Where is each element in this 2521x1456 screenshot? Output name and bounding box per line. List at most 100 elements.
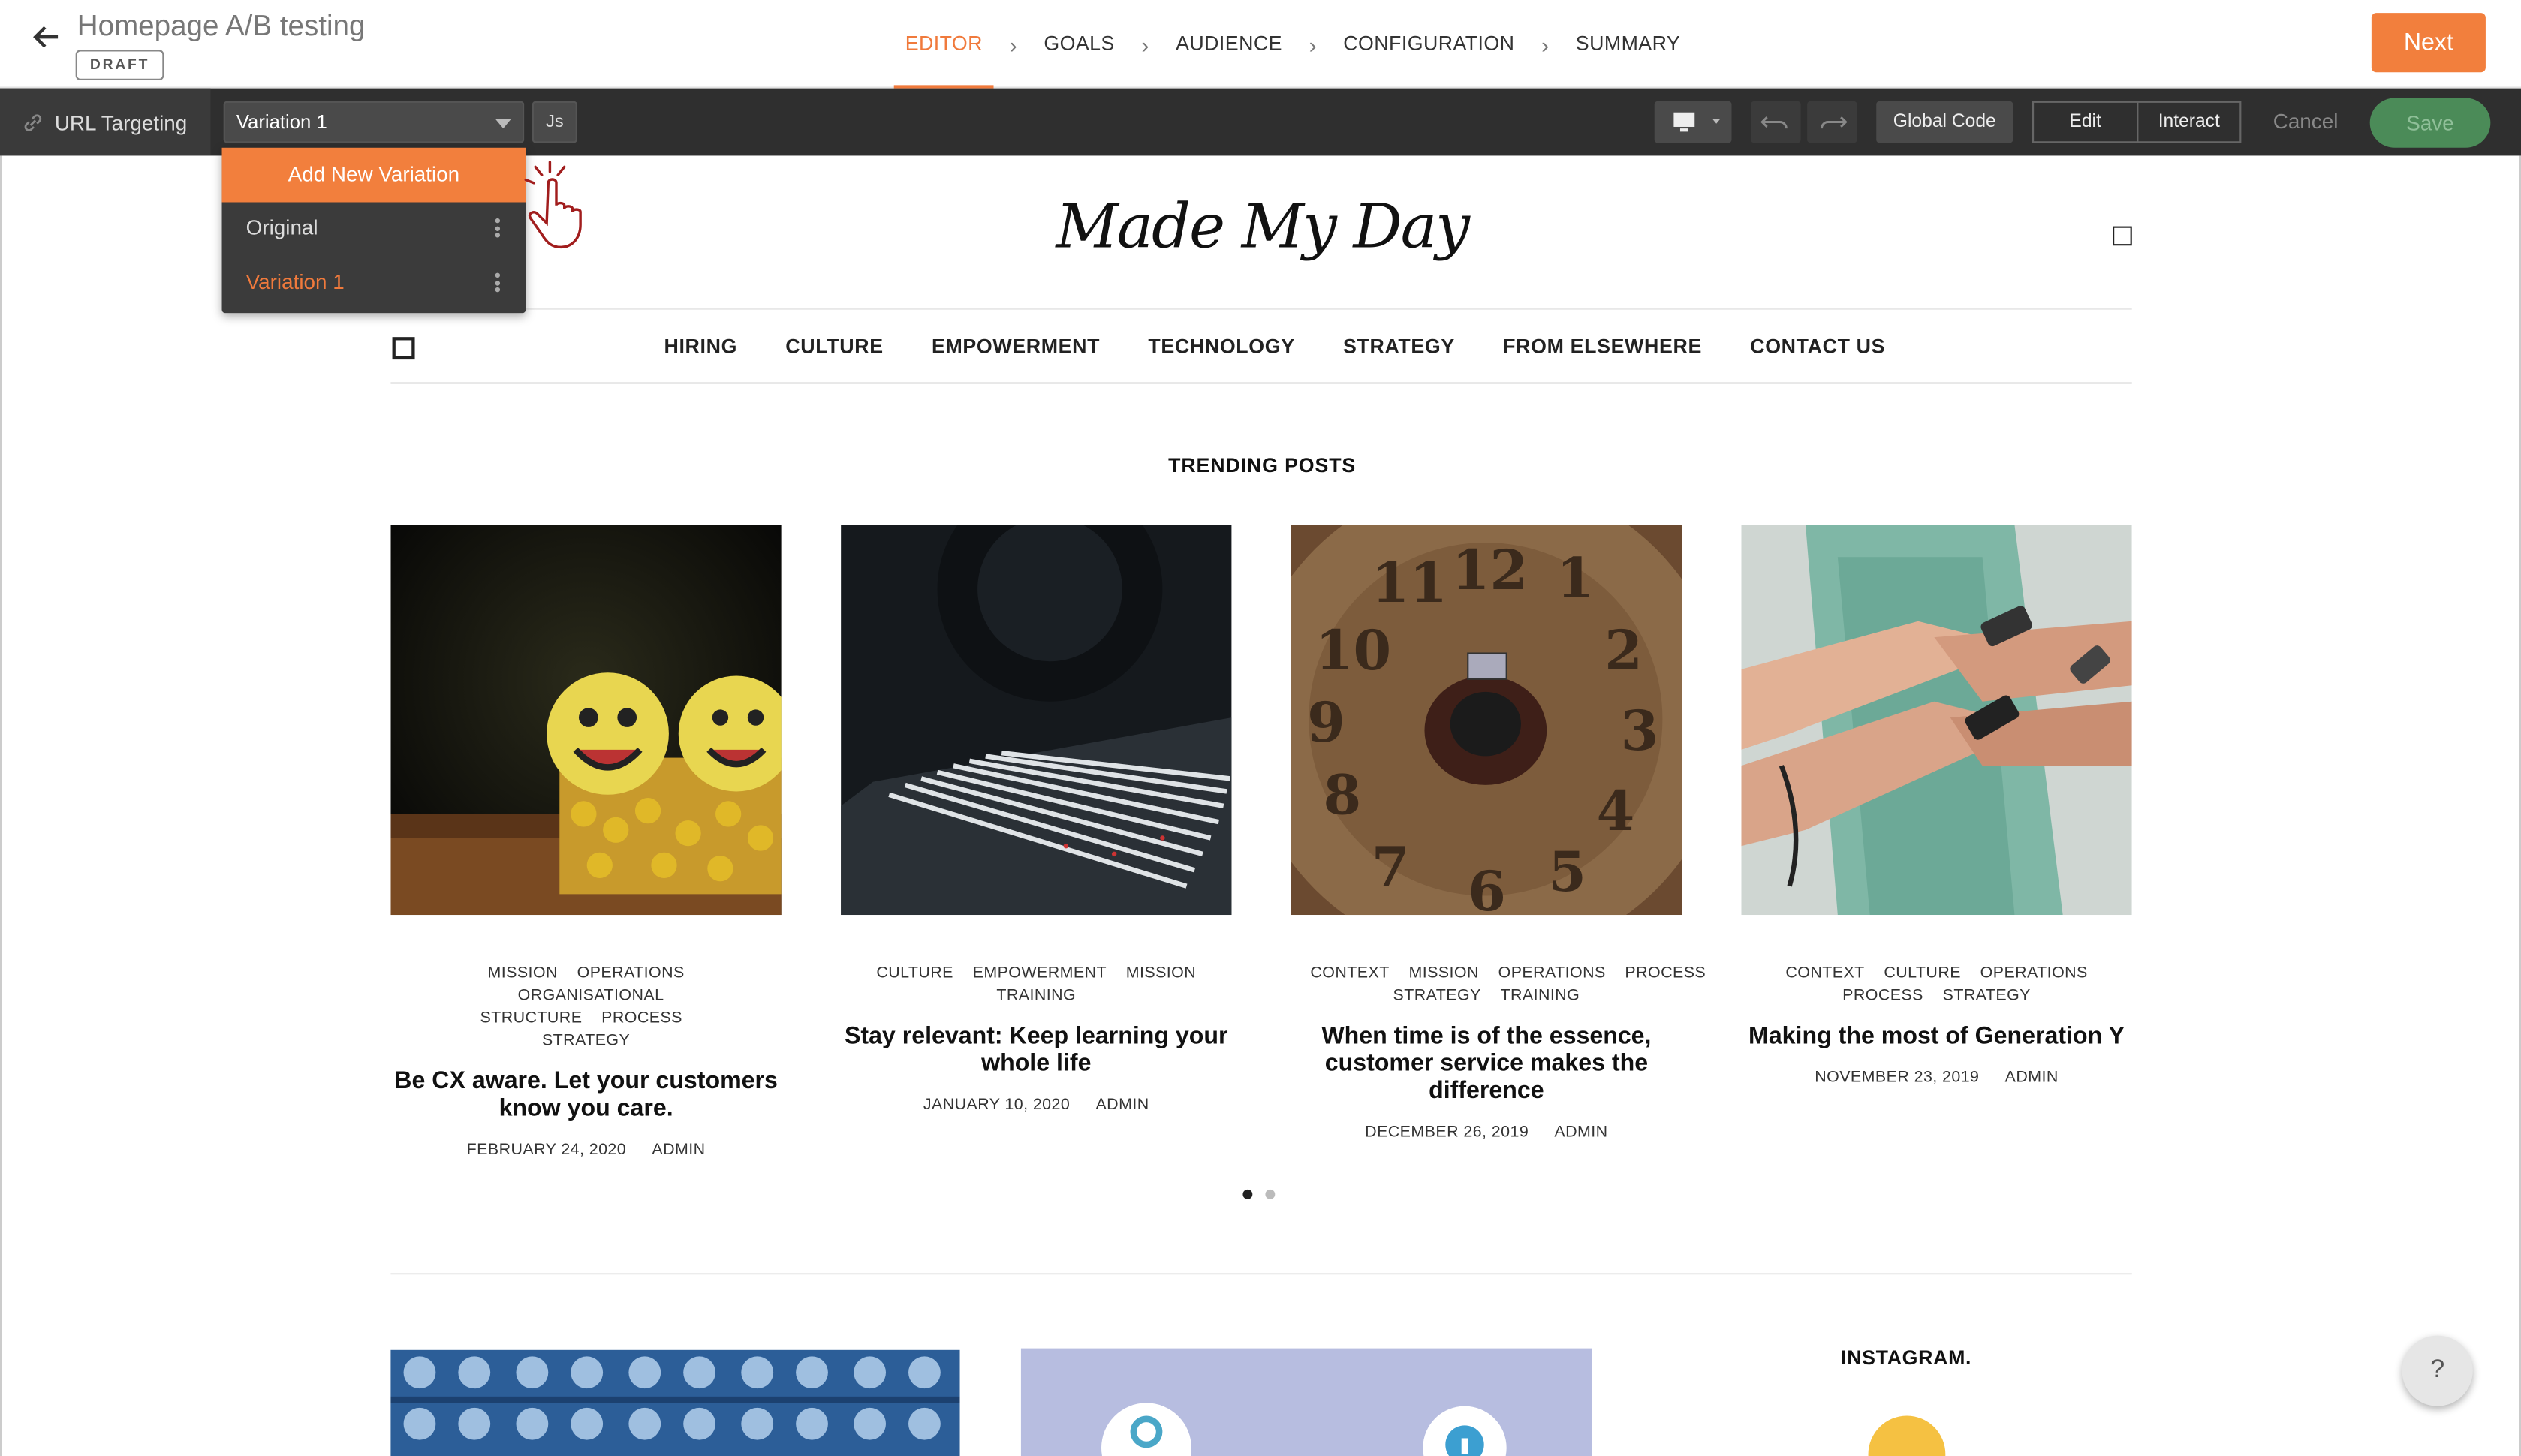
category-tag[interactable]: STRATEGY xyxy=(542,1032,630,1050)
step-summary[interactable]: SUMMARY xyxy=(1552,0,1705,89)
undo-button[interactable] xyxy=(1751,101,1801,143)
nav-item-strategy[interactable]: STRATEGY xyxy=(1319,335,1479,358)
category-tag[interactable]: TRAINING xyxy=(996,987,1076,1005)
undo-icon xyxy=(1760,116,1788,129)
post-image-smiley-balls[interactable] xyxy=(390,525,782,916)
carousel-dot-2[interactable] xyxy=(1265,1189,1276,1199)
carousel-dot-1[interactable] xyxy=(1242,1189,1253,1199)
desktop-icon xyxy=(1673,112,1721,132)
svg-text:7: 7 xyxy=(1372,836,1410,900)
edit-mode-button[interactable]: Edit xyxy=(2032,101,2139,143)
caret-down-icon xyxy=(495,119,512,129)
post-author[interactable]: ADMIN xyxy=(1095,1097,1149,1115)
step-configuration[interactable]: CONFIGURATION xyxy=(1319,0,1538,89)
global-code-button[interactable]: Global Code xyxy=(1876,101,2013,143)
category-tag[interactable]: OPERATIONS xyxy=(577,964,685,982)
category-tag[interactable]: MISSION xyxy=(1408,964,1478,982)
cancel-button[interactable]: Cancel xyxy=(2272,101,2339,143)
page-preview-frame[interactable]: Made My Day HIRING CULTURE EMPOWERMENT T… xyxy=(0,155,2521,1456)
redo-button[interactable] xyxy=(1807,101,1857,143)
svg-text:4: 4 xyxy=(1597,780,1635,844)
post-card[interactable]: MISSION OPERATIONS ORGANISATIONAL STRUCTU… xyxy=(390,525,782,1160)
post-card[interactable]: 12 1 2 3 4 5 6 7 8 9 10 11 CONTEXT MISSION OPERATIONS… xyxy=(1291,525,1706,1142)
nav-item-from-elsewhere[interactable]: FROM ELSEWHERE xyxy=(1479,335,1726,358)
category-tag[interactable]: MISSION xyxy=(1126,964,1196,982)
variation-item-label: Original xyxy=(245,215,318,239)
device-preview-select[interactable] xyxy=(1654,101,1732,143)
nav-item-contact-us[interactable]: CONTACT US xyxy=(1726,335,1909,358)
category-tag[interactable]: PROCESS xyxy=(601,1009,682,1027)
category-tag[interactable]: CONTEXT xyxy=(1785,964,1864,982)
faces-banner-image[interactable] xyxy=(390,1349,960,1456)
post-categories: CONTEXT CULTURE OPERATIONS PROCESS STRATEGY xyxy=(1741,963,2131,1008)
svg-text:8: 8 xyxy=(1324,763,1362,827)
post-card[interactable]: CULTURE EMPOWERMENT MISSION TRAINING Stay … xyxy=(841,525,1232,1115)
category-tag[interactable]: TRAINING xyxy=(1501,987,1580,1005)
post-date: NOVEMBER 23, 2019 xyxy=(1815,1069,1980,1087)
pointer-hand-icon xyxy=(524,161,582,249)
section-title: TRENDING POSTS xyxy=(1168,454,1357,477)
instagram-avatar[interactable] xyxy=(1868,1415,1946,1456)
svg-text:3: 3 xyxy=(1621,699,1659,763)
chevron-right-icon: › xyxy=(1541,31,1550,57)
post-card[interactable]: CONTEXT CULTURE OPERATIONS PROCESS STRATEGY… xyxy=(1741,525,2132,1087)
variation-item-variation-1[interactable]: Variation 1 xyxy=(222,258,526,306)
post-categories: MISSION OPERATIONS ORGANISATIONAL STRUCTU… xyxy=(390,963,781,1053)
variation-select-value: Variation 1 xyxy=(236,110,327,134)
variation-item-label: Variation 1 xyxy=(245,269,345,294)
chevron-right-icon: › xyxy=(1141,31,1149,57)
category-tag[interactable]: CONTEXT xyxy=(1310,964,1389,982)
step-editor[interactable]: EDITOR xyxy=(881,0,1007,89)
url-targeting-button[interactable]: URL Targeting xyxy=(0,88,211,156)
redo-icon xyxy=(1820,116,1848,129)
save-button[interactable]: Save xyxy=(2369,98,2491,148)
post-title[interactable]: When time is of the essence, customer se… xyxy=(1291,1022,1682,1104)
chevron-right-icon: › xyxy=(1009,31,1017,57)
divider xyxy=(390,308,2132,310)
post-author[interactable]: ADMIN xyxy=(652,1142,705,1160)
search-toggle-icon[interactable] xyxy=(2113,226,2132,246)
category-tag[interactable]: EMPOWERMENT xyxy=(973,964,1107,982)
status-badge: DRAFT xyxy=(75,50,164,80)
post-title[interactable]: Be CX aware. Let your customers know you… xyxy=(390,1067,781,1122)
category-tag[interactable]: PROCESS xyxy=(1842,987,1923,1005)
variation-item-original[interactable]: Original xyxy=(222,204,526,252)
url-targeting-label: URL Targeting xyxy=(54,110,188,134)
category-tag[interactable]: CULTURE xyxy=(1884,964,1961,982)
interact-mode-button[interactable]: Interact xyxy=(2137,101,2242,143)
next-button[interactable]: Next xyxy=(2371,13,2486,73)
kebab-menu-icon[interactable] xyxy=(495,218,501,238)
site-nav: HIRING CULTURE EMPOWERMENT TECHNOLOGY ST… xyxy=(640,316,1909,377)
category-tag[interactable]: PROCESS xyxy=(1625,964,1706,982)
divider xyxy=(390,1273,2132,1275)
category-tag[interactable]: OPERATIONS xyxy=(1498,964,1606,982)
variation-select[interactable]: Variation 1 xyxy=(223,101,525,143)
category-tag[interactable]: OPERATIONS xyxy=(1980,964,2088,982)
post-author[interactable]: ADMIN xyxy=(1554,1124,1607,1142)
post-image-clock[interactable]: 12 1 2 3 4 5 6 7 8 9 10 11 xyxy=(1291,525,1682,916)
menu-toggle-icon[interactable] xyxy=(392,337,415,360)
step-audience[interactable]: AUDIENCE xyxy=(1152,0,1306,89)
category-tag[interactable]: CULTURE xyxy=(876,964,953,982)
promo-image[interactable] xyxy=(1020,1348,1592,1456)
nav-item-technology[interactable]: TECHNOLOGY xyxy=(1124,335,1319,358)
category-tag[interactable]: MISSION xyxy=(487,964,557,982)
post-title[interactable]: Stay relevant: Keep learning your whole … xyxy=(841,1022,1231,1077)
add-new-variation-button[interactable]: Add New Variation xyxy=(221,147,526,203)
step-goals[interactable]: GOALS xyxy=(1020,0,1139,89)
post-image-phones[interactable] xyxy=(1741,525,2132,916)
category-tag[interactable]: STRATEGY xyxy=(1943,987,2031,1005)
nav-item-empowerment[interactable]: EMPOWERMENT xyxy=(908,335,1124,358)
js-button[interactable]: Js xyxy=(532,101,577,143)
category-tag[interactable]: STRATEGY xyxy=(1393,987,1481,1005)
post-image-playing-cards[interactable] xyxy=(841,525,1232,916)
kebab-menu-icon[interactable] xyxy=(495,272,501,293)
back-arrow-icon[interactable] xyxy=(29,20,65,55)
post-author[interactable]: ADMIN xyxy=(2005,1069,2059,1087)
post-title[interactable]: Making the most of Generation Y xyxy=(1741,1022,2131,1049)
nav-item-culture[interactable]: CULTURE xyxy=(761,335,908,358)
post-date: JANUARY 10, 2020 xyxy=(923,1096,1071,1115)
nav-item-hiring[interactable]: HIRING xyxy=(640,335,761,358)
editor-toolbar: URL Targeting Variation 1 Js Global Code… xyxy=(0,88,2521,156)
help-button[interactable]: ? xyxy=(2402,1335,2473,1406)
